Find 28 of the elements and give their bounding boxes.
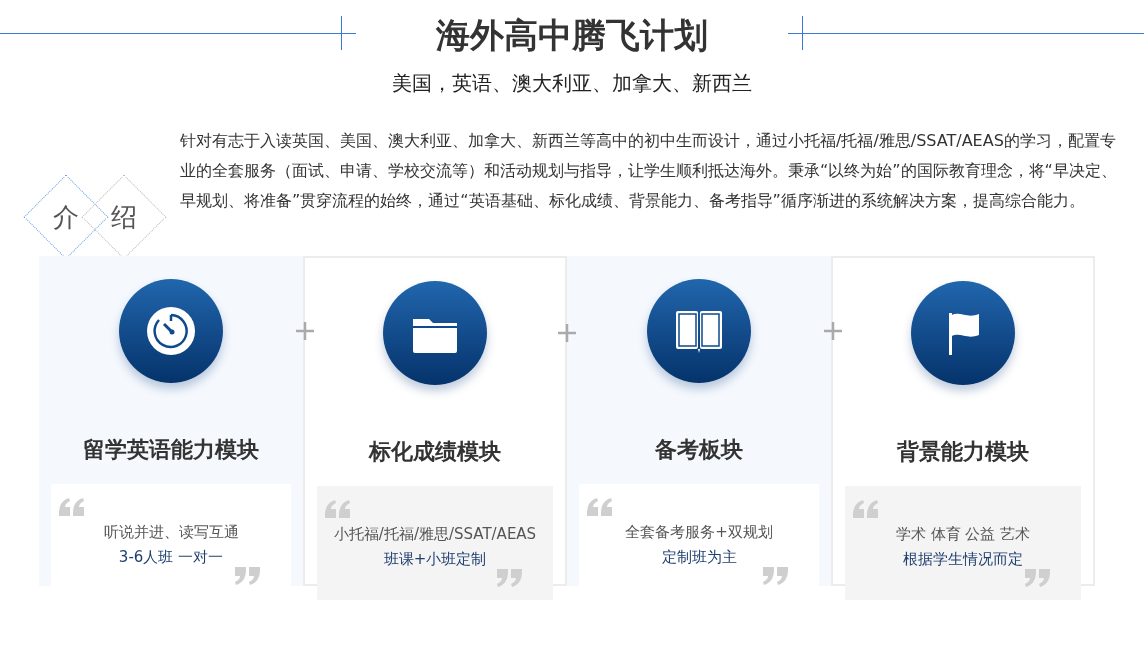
plus-icon: [557, 322, 577, 343]
section-label: 介: [52, 201, 80, 234]
module-title: 备考板块: [654, 436, 744, 464]
quote-open-icon: [587, 497, 613, 516]
quote-open-icon: [325, 499, 351, 518]
subtitle: 美国，英语、澳大利亚、加拿大、新西兰: [392, 71, 752, 95]
quote-close-icon: [235, 566, 261, 585]
plus-icon: [823, 320, 843, 341]
quote-text: 听说并进、读写互通: [103, 523, 239, 541]
page-title: 海外高中腾飞计划: [435, 18, 709, 52]
module-title: 标化成绩模块: [367, 438, 502, 466]
module-title: 背景能力模块: [896, 438, 1030, 466]
quote-text: 小托福/托福/雅思/SSAT/AEAS: [333, 525, 537, 543]
quote-close-icon: [1025, 568, 1051, 587]
quote-text: 全套备考服务+双规划: [625, 523, 773, 541]
module-title: 留学英语能力模块: [82, 436, 260, 464]
plus-icon: [295, 320, 315, 341]
quote-close-icon: [497, 568, 523, 587]
quote-text: 班课+小班定制: [383, 550, 487, 568]
quote-text: 定制班为主: [661, 548, 737, 566]
quote-open-icon: [59, 497, 85, 516]
quote-text: 3-6人班 一对一: [118, 548, 224, 566]
quote-text: 学术 体育 公益 艺术: [895, 525, 1031, 543]
quote-close-icon: [763, 566, 789, 585]
quote-text: 根据学生情况而定: [903, 550, 1023, 568]
quote-open-icon: [853, 499, 879, 518]
intro-paragraph: 针对有志于入读英国、美国、澳大利亚、加拿大、新西兰等高中的初中生而设计，通过小托福/托福/雅思/SSAT/AEAS的学习，配置专业的全套服务（面试、申请、学校交流等）和活动规划与指导，让学生顺利抵达海外。秉承“以终为始”的国际教育理念，将“早决定、早规划、将准备”贯穿流程的始终，通过“英语基础、标化成绩、背景能力、备考指导”循序渐进的系统解决方案，提高综合能力。: [180, 130, 1118, 212]
section-label: 绍: [110, 201, 138, 234]
